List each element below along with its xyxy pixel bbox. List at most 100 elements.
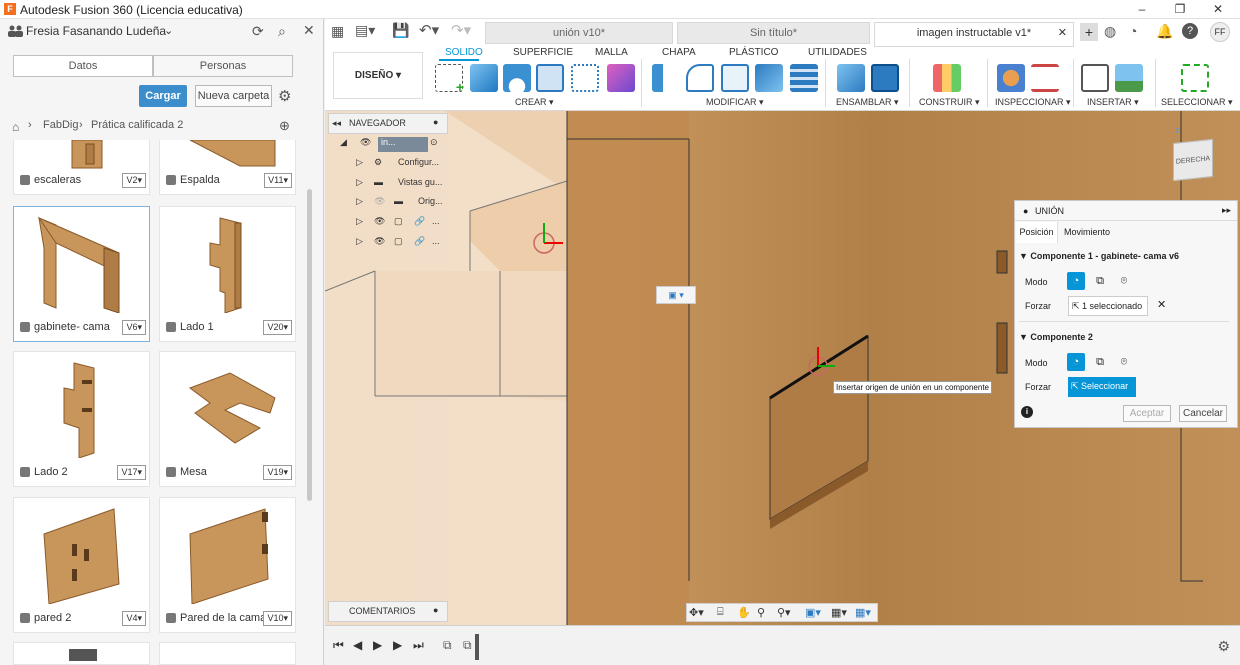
create-form-icon[interactable]: [607, 64, 635, 92]
mode-two-faces-icon[interactable]: ⌾: [1115, 272, 1133, 290]
file-tile[interactable]: pared 2 V4▾: [13, 497, 150, 633]
tab-malla[interactable]: MALLA: [595, 47, 628, 58]
clear-selection-icon[interactable]: ✕: [1157, 298, 1166, 311]
dialog-header[interactable]: ● UNIÓN ▸▸: [1015, 201, 1237, 221]
file-tile[interactable]: [159, 642, 296, 665]
close-panel-icon[interactable]: ✕: [303, 22, 315, 39]
pan-icon[interactable]: ✋: [737, 606, 751, 619]
visibility-icon[interactable]: 👁: [374, 216, 385, 227]
file-tile[interactable]: gabinete- cama V6▾: [13, 206, 150, 342]
tab-movimiento[interactable]: Movimiento: [1061, 222, 1113, 243]
pin-icon[interactable]: ●: [433, 117, 438, 127]
version-badge[interactable]: V20▾: [263, 320, 292, 335]
display-mode-icon[interactable]: ▣▾: [805, 606, 821, 619]
undo-icon[interactable]: ↶▾: [419, 21, 439, 39]
tab-posicion[interactable]: Posición: [1016, 222, 1058, 243]
version-badge[interactable]: V11▾: [264, 173, 292, 188]
fit-icon[interactable]: ⚲▾: [777, 606, 791, 619]
version-badge[interactable]: V17▾: [117, 465, 146, 480]
tab-datos[interactable]: Datos: [13, 55, 153, 77]
fillet-icon[interactable]: [686, 64, 714, 92]
look-at-icon[interactable]: ⌸: [717, 606, 724, 619]
activate-icon[interactable]: ⊙: [430, 137, 438, 148]
mode-simple-icon[interactable]: ◔: [1067, 353, 1085, 371]
globe-icon[interactable]: ⊕: [279, 118, 290, 134]
gear-icon[interactable]: ⚙: [278, 87, 291, 105]
extensions-icon[interactable]: ◍: [1104, 23, 1116, 40]
tab-plastico[interactable]: PLÁSTICO: [729, 47, 778, 58]
select-button[interactable]: ⇱ Seleccionar: [1068, 377, 1136, 397]
measure-icon[interactable]: [1031, 64, 1059, 92]
offset-plane-icon[interactable]: [933, 64, 961, 92]
chevron-down-icon[interactable]: ⌄: [164, 24, 173, 37]
group-insertar[interactable]: INSERTAR ▾: [1087, 97, 1139, 108]
step-back-icon[interactable]: ◀: [353, 638, 362, 652]
mode-two-faces-icon[interactable]: ⌾: [1115, 353, 1133, 371]
timeline-feature-icon[interactable]: ⧉: [443, 638, 452, 653]
zoom-icon[interactable]: ⚲: [757, 606, 765, 619]
dialog-pin-icon[interactable]: ●: [1023, 206, 1028, 216]
offset-face-icon[interactable]: [790, 64, 818, 92]
ok-button[interactable]: Aceptar: [1123, 405, 1171, 422]
maximize-button[interactable]: ❐: [1162, 0, 1198, 19]
tab-superficie[interactable]: SUPERFICIE: [513, 47, 573, 58]
collapse-icon[interactable]: ▼: [1019, 251, 1030, 261]
selection-field[interactable]: ⇱ 1 seleccionado: [1068, 296, 1148, 316]
close-tab-icon[interactable]: ✕: [1058, 23, 1067, 43]
grid-icon[interactable]: ▦▾: [831, 606, 847, 619]
display-settings-icon[interactable]: ▣ ▾: [656, 286, 696, 304]
file-tile[interactable]: Lado 2 V17▾: [13, 351, 150, 487]
expand-icon[interactable]: ◢: [340, 137, 347, 148]
pattern-icon[interactable]: [571, 64, 599, 92]
tree-root[interactable]: ◢ 👁 in... ⊙: [338, 137, 448, 156]
expand-icon[interactable]: ▷: [356, 216, 363, 227]
mode-between-icon[interactable]: ⧉: [1091, 353, 1109, 371]
orbit-icon[interactable]: ✥▾: [689, 606, 704, 619]
file-tile[interactable]: Pared de la cama V10▾: [159, 497, 296, 633]
avatar[interactable]: FF: [1210, 22, 1230, 42]
grid-menu-icon[interactable]: ▦: [331, 23, 344, 40]
group-seleccionar[interactable]: SELECCIONAR ▾: [1161, 97, 1233, 108]
viewcube[interactable]: DERECHA: [1173, 138, 1213, 182]
visibility-icon[interactable]: 👁: [374, 196, 385, 207]
mode-simple-icon[interactable]: ◔: [1067, 272, 1085, 290]
user-name[interactable]: Fresia Fasanando Ludeña: [26, 24, 166, 38]
timeline-settings-icon[interactable]: ⚙: [1217, 638, 1230, 655]
tab-personas[interactable]: Personas: [153, 55, 293, 77]
cancel-button[interactable]: Cancelar: [1179, 405, 1227, 422]
close-button[interactable]: ✕: [1200, 0, 1236, 19]
notifications-icon[interactable]: 🔔: [1156, 23, 1173, 40]
minimize-button[interactable]: –: [1124, 0, 1160, 19]
version-badge[interactable]: V6▾: [122, 320, 146, 335]
collapse-icon[interactable]: ◂◂: [332, 118, 341, 129]
version-badge[interactable]: V10▾: [263, 611, 292, 626]
breadcrumb-fabdig[interactable]: FabDig: [43, 119, 78, 131]
comments-panel[interactable]: COMENTARIOS ●: [328, 601, 448, 622]
new-folder-button[interactable]: Nueva carpeta: [195, 85, 272, 107]
version-badge[interactable]: V2▾: [122, 173, 146, 188]
doc-tab[interactable]: unión v10*: [485, 22, 673, 44]
select-icon[interactable]: [1181, 64, 1209, 92]
tab-chapa[interactable]: CHAPA: [662, 47, 696, 58]
doc-tab[interactable]: Sin título*: [677, 22, 870, 44]
file-tile[interactable]: escaleras V2▾: [13, 140, 150, 195]
play-icon[interactable]: ▶: [373, 638, 382, 652]
expand-icon[interactable]: ▷: [356, 196, 363, 207]
file-menu-icon[interactable]: ▤▾: [355, 22, 375, 39]
extrude-icon[interactable]: [470, 64, 498, 92]
version-badge[interactable]: V19▾: [263, 465, 292, 480]
visibility-icon[interactable]: 👁: [374, 236, 385, 247]
group-crear[interactable]: CREAR ▾: [515, 97, 554, 108]
upload-button[interactable]: Cargar: [139, 85, 187, 107]
job-status-icon[interactable]: ◔: [1129, 23, 1137, 39]
group-modificar[interactable]: MODIFICAR ▾: [706, 97, 764, 108]
root-item[interactable]: in...: [378, 137, 428, 152]
combine-icon[interactable]: [755, 64, 783, 92]
collapse-icon[interactable]: ▼: [1019, 332, 1030, 342]
component2-header[interactable]: ▼ Componente 2: [1019, 332, 1093, 342]
expand-icon[interactable]: ▷: [356, 177, 363, 188]
create-sketch-icon[interactable]: +: [435, 64, 464, 95]
insert-derive-icon[interactable]: [1081, 64, 1109, 92]
component1-header[interactable]: ▼ Componente 1 - gabinete- cama v6: [1019, 251, 1179, 261]
go-to-end-icon[interactable]: ⏭: [413, 638, 424, 653]
